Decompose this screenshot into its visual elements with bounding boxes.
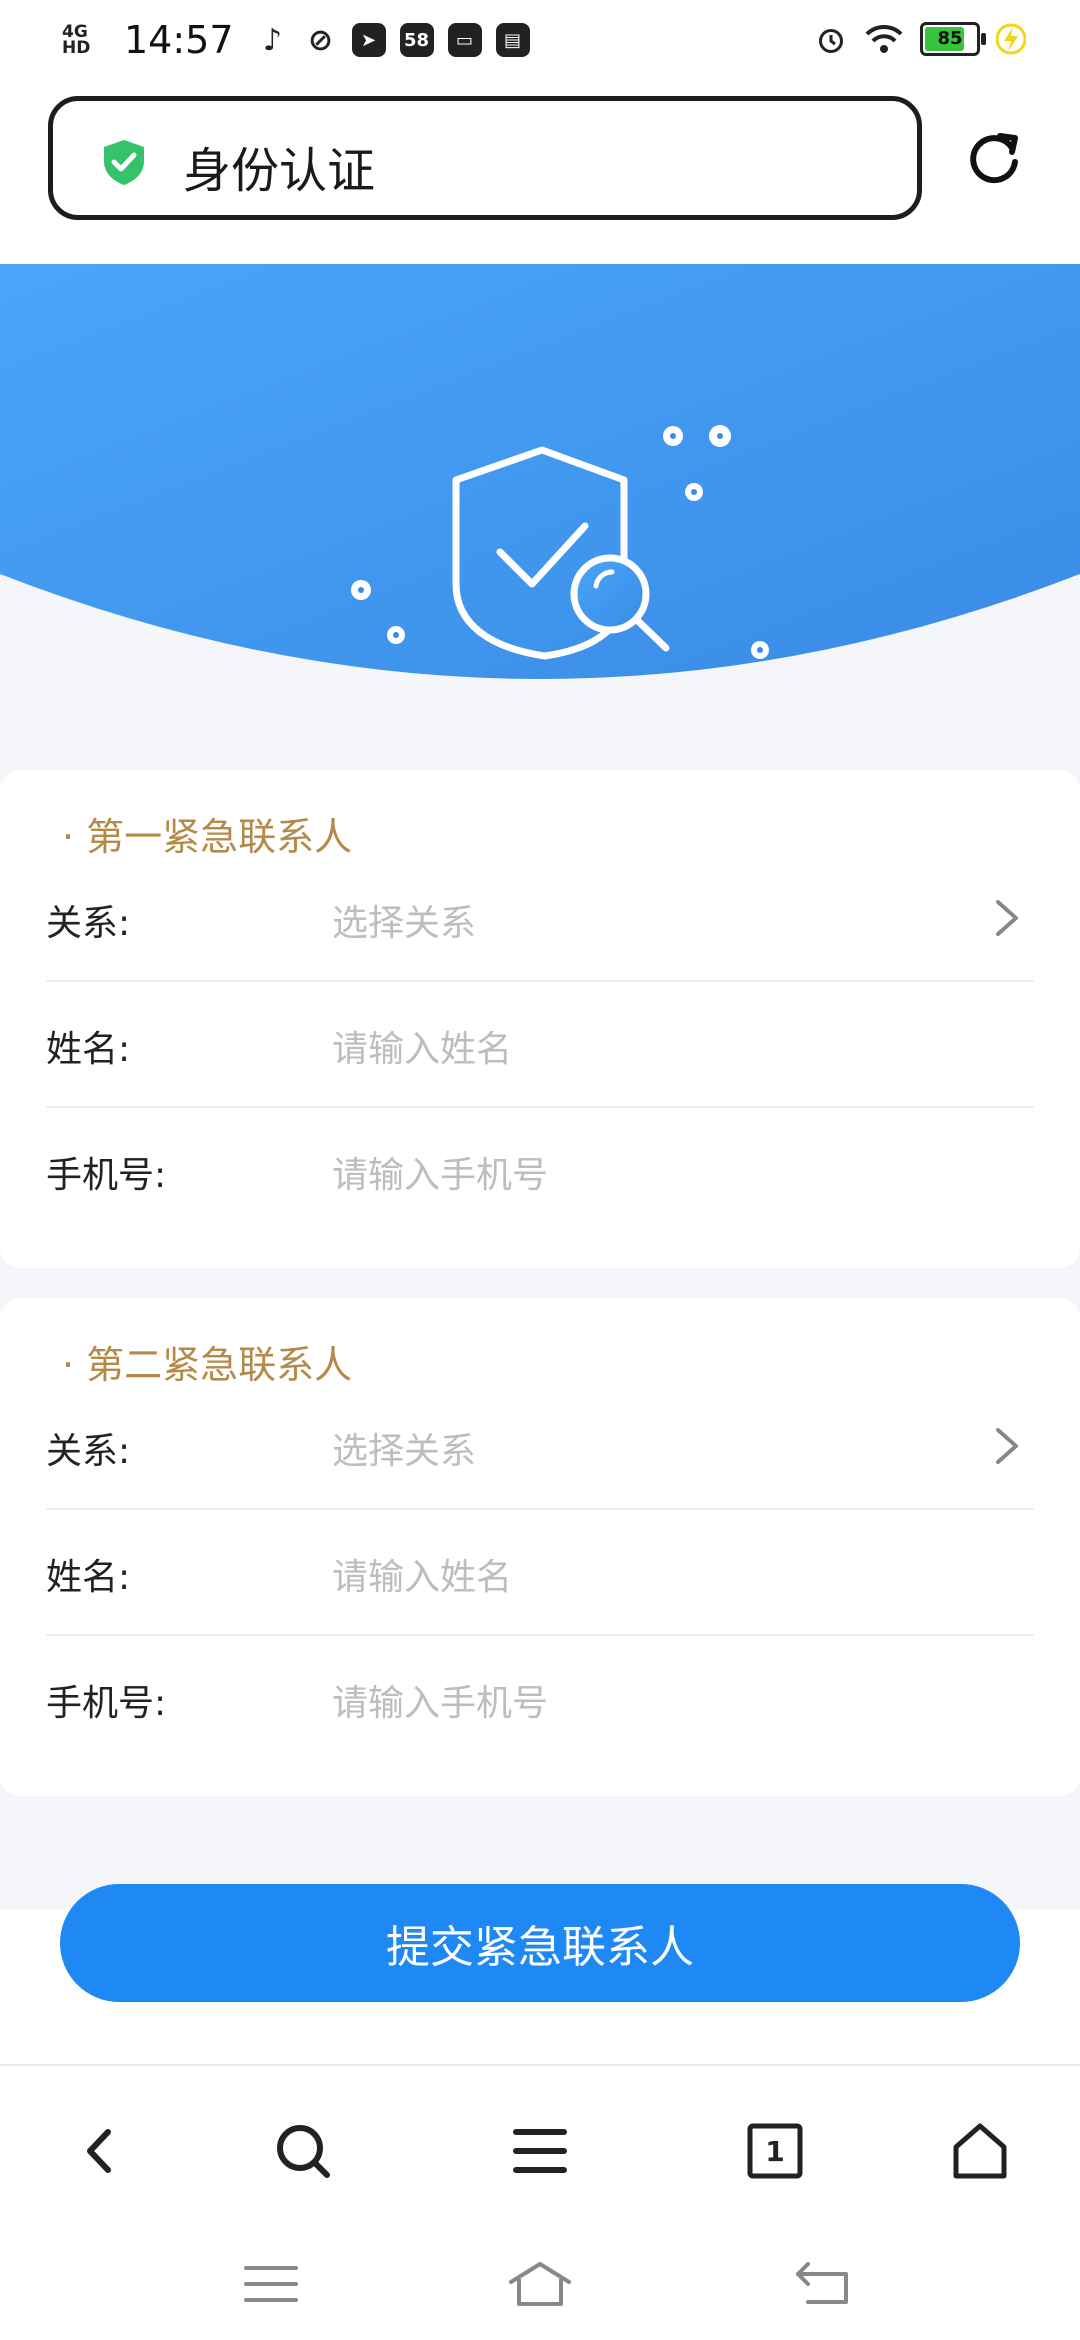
relation-placeholder: 选择关系 xyxy=(332,1431,477,1472)
phone-field[interactable]: 手机号: 请输入手机号 xyxy=(46,1634,1034,1760)
phone-label: 手机号: xyxy=(46,1683,167,1724)
alarm-icon xyxy=(819,29,843,53)
contact-card-first: · 第一紧急联系人 关系: 选择关系 姓名: 请输入姓名 手机号: 请输入手机号 xyxy=(0,770,1080,1268)
charging-icon xyxy=(996,23,1026,55)
app-58-icon: 58 xyxy=(399,23,434,57)
chevron-right-icon xyxy=(996,900,1018,936)
page-title: 身份认证 xyxy=(183,143,376,199)
address-bar[interactable]: 身份认证 xyxy=(48,96,922,220)
home-button[interactable] xyxy=(935,2106,1025,2196)
section-title: · 第一紧急联系人 xyxy=(62,815,353,859)
home-icon xyxy=(953,2123,1007,2179)
reload-icon[interactable] xyxy=(966,130,1024,188)
status-bar: 4G HD 14:57 ♪ ⊘ ➤ 58 ▭ ▤ 85 xyxy=(0,0,1080,84)
phone-field[interactable]: 手机号: 请输入手机号 xyxy=(46,1106,1034,1232)
relation-select[interactable]: 关系: 选择关系 xyxy=(46,1382,1034,1510)
chevron-left-icon xyxy=(87,2129,111,2173)
name-label: 姓名: xyxy=(46,1029,131,1070)
system-navigation xyxy=(0,2224,1080,2340)
relation-label: 关系: xyxy=(46,1431,131,1472)
app-leaf-icon: ⊘ xyxy=(307,22,334,58)
contact-card-second: · 第二紧急联系人 关系: 选择关系 姓名: 请输入姓名 手机号: 请输入手机号 xyxy=(0,1298,1080,1796)
recent-apps-icon[interactable] xyxy=(236,2254,306,2314)
name-input[interactable]: 请输入姓名 xyxy=(332,1548,512,1600)
relation-select[interactable]: 关系: 选择关系 xyxy=(46,854,1034,982)
search-button[interactable] xyxy=(258,2106,348,2196)
battery-indicator: 85 xyxy=(920,22,986,56)
send-icon: ➤ xyxy=(351,23,386,57)
submit-button[interactable]: 提交紧急联系人 xyxy=(60,1884,1020,2002)
name-field[interactable]: 姓名: 请输入姓名 xyxy=(46,980,1034,1108)
name-input[interactable]: 请输入姓名 xyxy=(332,1020,512,1072)
section-title: · 第二紧急联系人 xyxy=(62,1343,353,1387)
tab-count: 1 xyxy=(765,2134,785,2168)
system-back-icon[interactable] xyxy=(788,2254,858,2314)
back-button[interactable] xyxy=(55,2106,145,2196)
card-icon: ▤ xyxy=(495,23,530,57)
name-field[interactable]: 姓名: 请输入姓名 xyxy=(46,1508,1034,1636)
relation-label: 关系: xyxy=(46,903,131,944)
menu-button[interactable] xyxy=(495,2106,585,2196)
menu-icon xyxy=(513,2129,567,2173)
phone-label: 手机号: xyxy=(46,1155,167,1196)
chevron-right-icon xyxy=(996,1428,1018,1464)
browser-toolbar: 1 xyxy=(0,2064,1080,2226)
name-label: 姓名: xyxy=(46,1557,131,1598)
system-home-icon[interactable] xyxy=(505,2254,575,2314)
wifi-icon xyxy=(865,24,903,53)
search-icon xyxy=(277,2125,330,2178)
vivo-icon: ▭ xyxy=(447,23,482,57)
relation-placeholder: 选择关系 xyxy=(332,903,477,944)
status-time: 14:57 xyxy=(124,18,234,62)
tabs-button[interactable]: 1 xyxy=(730,2106,820,2196)
tiktok-icon: ♪ xyxy=(262,22,283,58)
secure-shield-icon xyxy=(104,140,144,185)
phone-input[interactable]: 请输入手机号 xyxy=(332,1146,548,1198)
network-indicator: 4G HD xyxy=(62,22,91,58)
hero-banner xyxy=(0,264,1080,744)
phone-input[interactable]: 请输入手机号 xyxy=(332,1674,548,1726)
